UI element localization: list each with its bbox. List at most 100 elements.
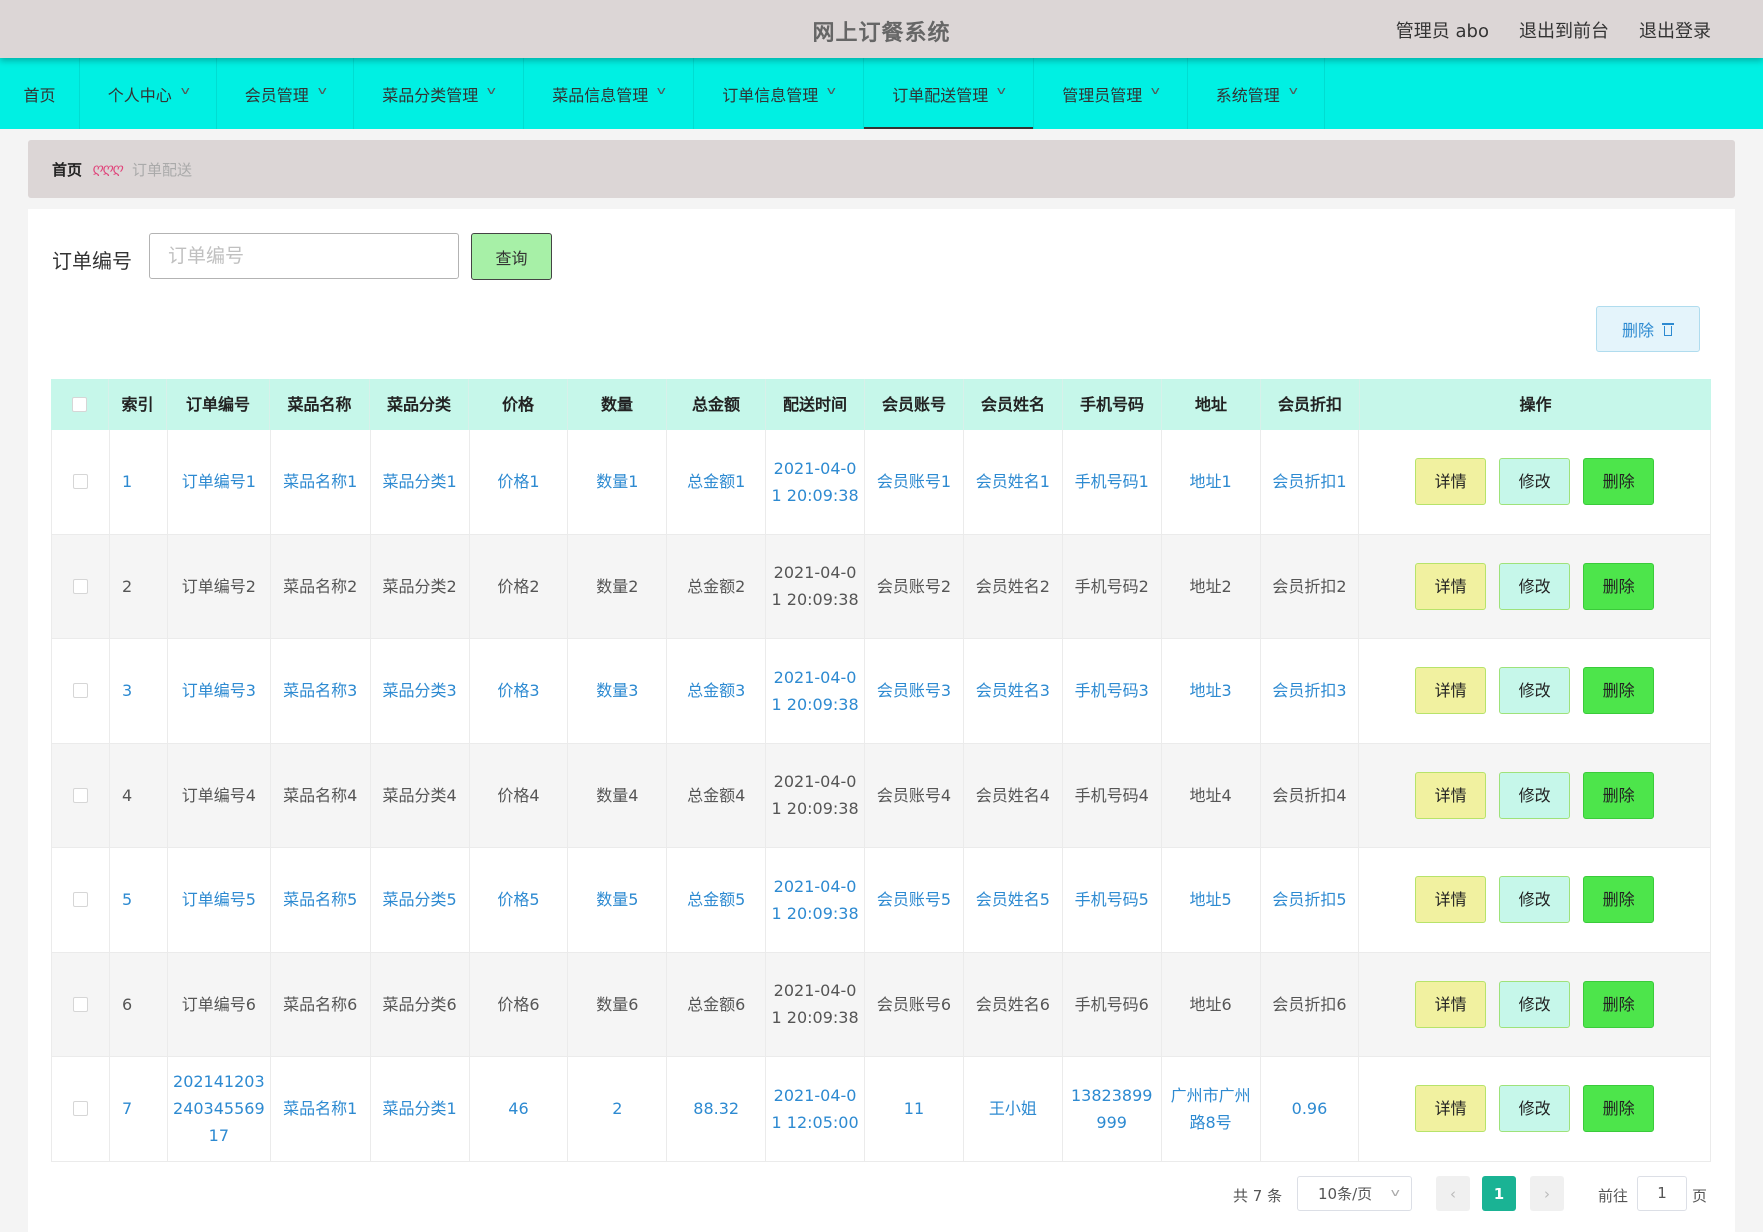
nav-item-home[interactable]: 首页 <box>0 58 80 129</box>
cell-price: 价格2 <box>470 534 569 638</box>
prev-page-button[interactable]: ‹ <box>1436 1176 1470 1211</box>
column-header: 地址 <box>1162 379 1261 430</box>
detail-button[interactable]: 详情 <box>1415 771 1487 819</box>
detail-button[interactable]: 详情 <box>1415 980 1487 1028</box>
cell-time: 2021-04-01 20:09:38 <box>766 848 866 952</box>
row-checkbox[interactable] <box>72 578 88 594</box>
row-checkbox[interactable] <box>72 1101 88 1117</box>
cell-name: 会员姓名1 <box>964 430 1063 534</box>
detail-button[interactable]: 详情 <box>1415 876 1487 924</box>
cell-category: 菜品分类1 <box>371 430 470 534</box>
cell-dish: 菜品名称5 <box>271 848 371 952</box>
cell-price: 价格6 <box>470 952 569 1056</box>
table-body: 1 订单编号1 菜品名称1 菜品分类1 价格1 数量1 总金额1 2021-04-01 20:… <box>51 430 1711 1162</box>
row-select-cell <box>52 952 110 1056</box>
batch-delete-button[interactable]: 删除 <box>1596 306 1700 352</box>
table-row: 2 订单编号2 菜品名称2 菜品分类2 价格2 数量2 总金额2 2021-04-01 20:… <box>51 534 1711 639</box>
nav-item-dish-category-mgmt[interactable]: 菜品分类管理 v <box>354 58 524 129</box>
row-actions: 详情 修改 删除 <box>1359 1057 1710 1161</box>
row-checkbox[interactable] <box>72 474 88 490</box>
delete-button[interactable]: 删除 <box>1583 876 1655 924</box>
cell-time: 2021-04-01 20:09:38 <box>766 430 866 534</box>
nav-item-system-mgmt[interactable]: 系统管理 v <box>1188 58 1325 129</box>
nav-item-personal-center[interactable]: 个人中心 v <box>80 58 217 129</box>
row-checkbox[interactable] <box>72 892 88 908</box>
chevron-down-icon: v <box>826 84 837 97</box>
row-checkbox[interactable] <box>72 683 88 699</box>
cell-phone: 13823899999 <box>1063 1057 1162 1161</box>
order-number-search-input[interactable] <box>149 233 459 279</box>
cell-price: 价格5 <box>470 848 569 952</box>
delete-button[interactable]: 删除 <box>1583 980 1655 1028</box>
cell-account: 11 <box>865 1057 964 1161</box>
page-size-select[interactable]: 10条/页 v <box>1297 1176 1412 1211</box>
edit-button[interactable]: 修改 <box>1499 1085 1571 1133</box>
nav-item-admin-mgmt[interactable]: 管理员管理 v <box>1034 58 1188 129</box>
detail-button[interactable]: 详情 <box>1415 458 1487 506</box>
cell-address: 广州市广州路8号 <box>1162 1057 1261 1161</box>
next-page-button[interactable]: › <box>1530 1176 1564 1211</box>
cell-qty: 数量2 <box>568 534 668 638</box>
cell-discount: 会员折扣4 <box>1261 743 1360 847</box>
cell-index: 5 <box>110 848 168 952</box>
column-header: 会员姓名 <box>964 379 1063 430</box>
detail-button[interactable]: 详情 <box>1415 562 1487 610</box>
cell-order-no: 订单编号3 <box>168 639 271 743</box>
nav-item-label: 菜品信息管理 <box>552 85 649 105</box>
admin-user-label[interactable]: 管理员 abo <box>1396 17 1489 43</box>
nav-item-member-mgmt[interactable]: 会员管理 v <box>217 58 354 129</box>
cell-category: 菜品分类4 <box>371 743 470 847</box>
cell-account: 会员账号4 <box>865 743 964 847</box>
cell-total: 总金额3 <box>667 639 767 743</box>
delete-button[interactable]: 删除 <box>1583 562 1655 610</box>
edit-button[interactable]: 修改 <box>1499 562 1571 610</box>
nav-item-order-delivery-mgmt[interactable]: 订单配送管理 v <box>864 58 1034 129</box>
table-row: 7 202141203240345569 17 菜品名称1 菜品分类1 46 2 88.32… <box>51 1057 1711 1162</box>
cell-phone: 手机号码5 <box>1063 848 1162 952</box>
page-size-value: 10条/页 <box>1318 1185 1373 1203</box>
search-button[interactable]: 查询 <box>471 233 552 280</box>
table-row: 5 订单编号5 菜品名称5 菜品分类5 价格5 数量5 总金额5 2021-04-01 20:… <box>51 848 1711 953</box>
chevron-down-icon: v <box>996 84 1007 97</box>
header-actions: 管理员 abo 退出到前台 退出登录 <box>1396 17 1711 43</box>
breadcrumb-home[interactable]: 首页 <box>52 159 82 180</box>
cell-total: 总金额1 <box>667 430 767 534</box>
detail-button[interactable]: 详情 <box>1415 667 1487 715</box>
detail-button[interactable]: 详情 <box>1415 1085 1487 1133</box>
nav-item-label: 系统管理 <box>1215 85 1280 105</box>
nav-item-dish-info-mgmt[interactable]: 菜品信息管理 v <box>524 58 694 129</box>
main-nav: 首页 个人中心 v 会员管理 v 菜品分类管理 v 菜品信息管理 v 订单信息管… <box>0 58 1763 129</box>
edit-button[interactable]: 修改 <box>1499 458 1571 506</box>
edit-button[interactable]: 修改 <box>1499 980 1571 1028</box>
page-number-button[interactable]: 1 <box>1482 1176 1516 1211</box>
row-checkbox[interactable] <box>72 996 88 1012</box>
nav-item-order-info-mgmt[interactable]: 订单信息管理 v <box>694 58 864 129</box>
edit-button[interactable]: 修改 <box>1499 667 1571 715</box>
row-checkbox[interactable] <box>72 787 88 803</box>
select-all-checkbox[interactable] <box>72 397 87 412</box>
edit-button[interactable]: 修改 <box>1499 876 1571 924</box>
delete-button[interactable]: 删除 <box>1583 771 1655 819</box>
edit-button[interactable]: 修改 <box>1499 771 1571 819</box>
cell-index: 1 <box>110 430 168 534</box>
delete-button[interactable]: 删除 <box>1583 1085 1655 1133</box>
chevron-down-icon: v <box>486 84 497 97</box>
chevron-down-icon: v <box>317 84 327 97</box>
cell-dish: 菜品名称2 <box>271 534 371 638</box>
logout-link[interactable]: 退出登录 <box>1639 17 1711 43</box>
goto-page-input[interactable]: 1 <box>1637 1176 1687 1211</box>
exit-to-front-link[interactable]: 退出到前台 <box>1519 17 1609 43</box>
cell-qty: 2 <box>568 1057 668 1161</box>
cell-discount: 会员折扣3 <box>1261 639 1360 743</box>
delete-button[interactable]: 删除 <box>1583 667 1655 715</box>
cell-name: 会员姓名3 <box>964 639 1063 743</box>
cell-account: 会员账号1 <box>865 430 964 534</box>
cell-address: 地址5 <box>1162 848 1261 952</box>
cell-account: 会员账号3 <box>865 639 964 743</box>
delete-button[interactable]: 删除 <box>1583 458 1655 506</box>
breadcrumb-current: 订单配送 <box>132 160 193 179</box>
header-select-all <box>51 379 109 430</box>
cell-category: 菜品分类5 <box>371 848 470 952</box>
cell-index: 2 <box>110 534 168 638</box>
cell-total: 88.32 <box>667 1057 767 1161</box>
